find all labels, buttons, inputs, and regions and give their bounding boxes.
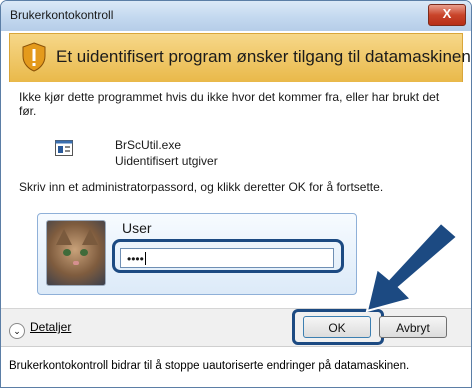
credential-tile[interactable]: User •••• [37,213,357,295]
cat-ear-right [82,229,98,245]
cat-eye-left [63,249,71,256]
window-title: Brukerkontokontroll [10,8,114,22]
info-bar: Brukerkontokontroll bidrar til å stoppe … [1,346,471,387]
close-icon: X [442,6,452,21]
info-text: Brukerkontokontroll bidrar til å stoppe … [9,360,410,372]
cat-ear-left [56,229,72,245]
program-icon [55,140,73,156]
chevron-down-icon: ⌄ [9,323,25,339]
warning-banner: Et uidentifisert program ønsker tilgang … [9,33,471,83]
banner-heading: Et uidentifisert program ønsker tilgang … [56,47,471,66]
shield-warning-icon [22,42,46,72]
cat-nose [73,261,79,265]
instruction-text: Skriv inn et administratorpassord, og kl… [19,180,384,194]
cat-eye-right [80,249,88,256]
title-bar: Brukerkontokontroll X [1,1,471,31]
pointer-arrow-icon [365,221,459,313]
user-avatar [46,220,106,286]
details-label: Detaljer [30,320,72,334]
password-highlight [112,239,344,273]
program-name: BrScUtil.exe [115,138,182,152]
details-toggle[interactable]: ⌄ Detaljer [9,320,71,339]
program-publisher: Uidentifisert utgiver [115,154,218,168]
warning-text: Ikke kjør dette programmet hvis du ikke … [19,90,440,118]
close-button[interactable]: X [428,4,466,26]
user-name: User [122,220,152,236]
uac-dialog: Brukerkontokontroll X Et uidentifisert p… [0,0,472,388]
